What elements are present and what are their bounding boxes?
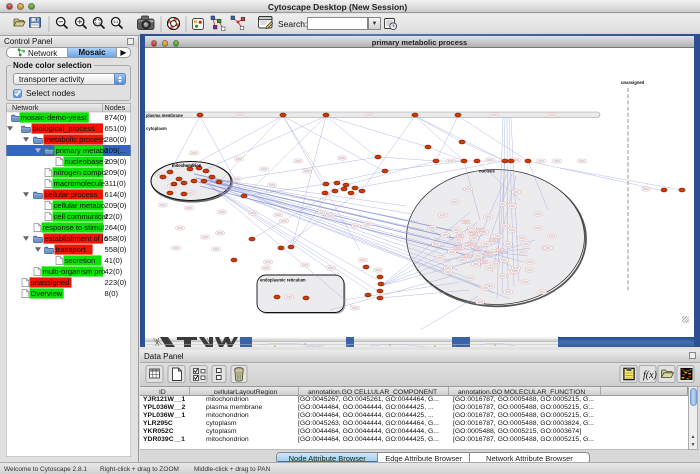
svg-text:biological_process: biological_process [33, 124, 96, 133]
svg-text:Nodes: Nodes [105, 103, 126, 112]
svg-text:264(0): 264(0) [105, 223, 127, 232]
svg-text:558(0): 558(0) [105, 245, 127, 254]
svg-text:f(x): f(x) [643, 370, 658, 381]
svg-text:endoplasmic reticulum: endoplasmic reticulum [260, 278, 306, 283]
svg-text:209(0): 209(0) [105, 157, 127, 166]
svg-text:primary metabo: primary metabo [56, 146, 109, 155]
svg-text:transport: transport [56, 245, 87, 254]
svg-text:cell communicat: cell communicat [54, 212, 109, 221]
svg-text:unassigned: unassigned [31, 278, 70, 287]
svg-text:establishment of lo: establishment of lo [45, 234, 108, 243]
svg-text:Overview: Overview [31, 289, 63, 298]
svg-text:multi-organism pro: multi-organism pro [43, 267, 106, 276]
svg-text:41(0): 41(0) [105, 256, 123, 265]
svg-text:nucleus: nucleus [479, 169, 495, 174]
svg-text:Network: Network [12, 103, 39, 112]
svg-text:cellular metabo: cellular metabo [54, 201, 106, 210]
svg-text:unassigned: unassigned [621, 80, 645, 85]
svg-text:response to stimul: response to stimul [43, 223, 105, 232]
svg-text:plasma membrane: plasma membrane [146, 113, 183, 118]
svg-text:mitochondrion: mitochondrion [172, 163, 202, 168]
svg-text:223(0): 223(0) [105, 278, 127, 287]
svg-text:311(0): 311(0) [105, 179, 127, 188]
svg-text:mosaic-demo-yeast: mosaic-demo-yeast [21, 113, 88, 122]
svg-text:8(0): 8(0) [105, 289, 119, 298]
svg-text:209(...: 209(... [105, 146, 127, 155]
svg-text:209(0): 209(0) [105, 201, 127, 210]
svg-text:558(0): 558(0) [105, 234, 127, 243]
svg-text:secretion: secretion [65, 256, 96, 265]
svg-text:nucleobase-c: nucleobase-c [65, 157, 110, 166]
svg-text:metabolic process: metabolic process [45, 135, 106, 144]
svg-text:cytoplasm: cytoplasm [146, 126, 167, 131]
svg-text:macromolecule: macromolecule [54, 179, 106, 188]
svg-text:280(0): 280(0) [105, 135, 127, 144]
svg-text:cellular process: cellular process [45, 190, 98, 199]
svg-text:1:1: 1:1 [113, 20, 118, 24]
svg-text:614(0): 614(0) [105, 190, 127, 199]
svg-text:22(0): 22(0) [105, 212, 123, 221]
svg-text:42(0): 42(0) [105, 267, 123, 276]
svg-text:209(0): 209(0) [105, 168, 127, 177]
svg-text:nitrogen compo: nitrogen compo [54, 168, 106, 177]
svg-text:874(0): 874(0) [105, 113, 127, 122]
svg-text:651(0): 651(0) [105, 124, 127, 133]
